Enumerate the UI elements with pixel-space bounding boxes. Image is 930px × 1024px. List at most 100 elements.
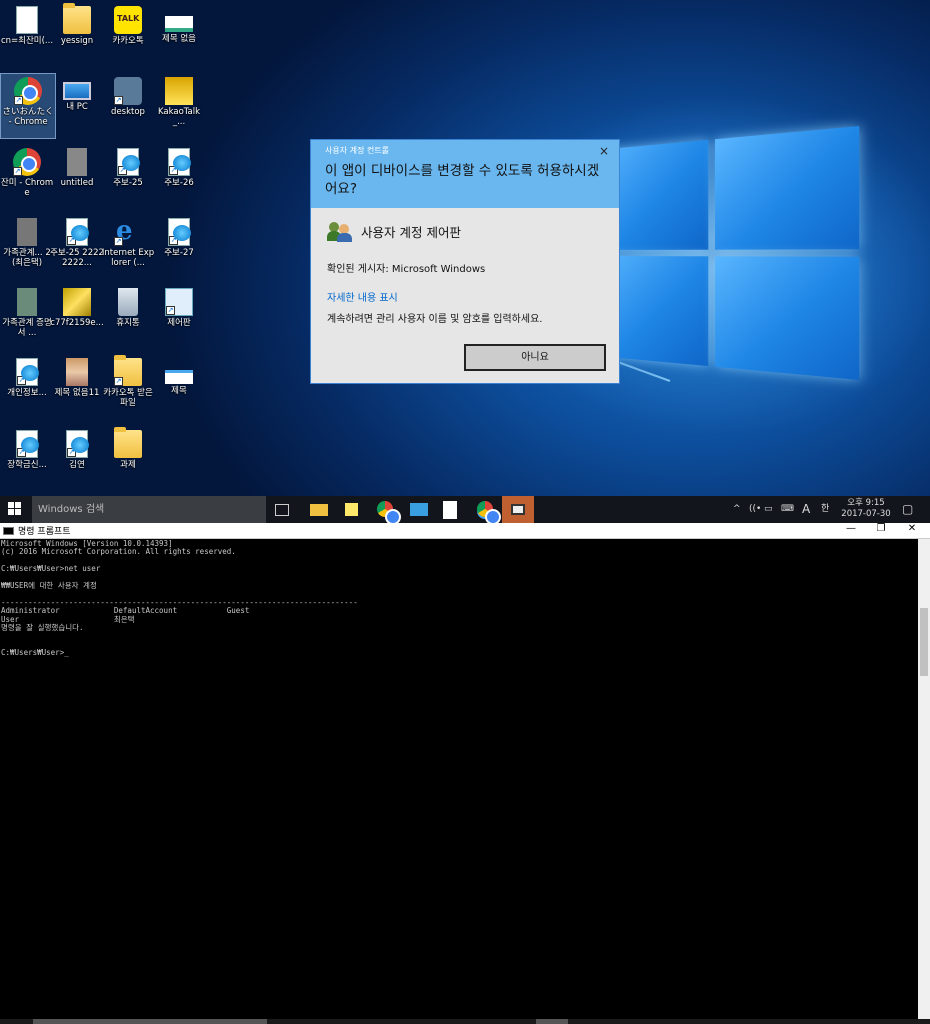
desktop-icon-untitled11[interactable]: 제목 없음11 — [50, 358, 104, 398]
cmd-console-output[interactable]: Microsoft Windows [Version 10.0.14393] (… — [0, 539, 918, 1019]
uac-question: 이 앱이 디바이스를 변경할 수 있도록 허용하시겠어요? — [325, 163, 600, 197]
vertical-scrollbar[interactable] — [918, 539, 930, 1019]
scrollbar-thumb[interactable] — [920, 608, 928, 676]
image-file-icon — [165, 370, 193, 384]
desktop-icon-family-relation-2[interactable]: 가족관계... 2(최은택) — [0, 218, 54, 268]
desktop-icon-jubo26[interactable]: ↗ 주보-26 — [152, 148, 206, 188]
desktop-icon-jubo25-2222[interactable]: ↗ 주보-25 22222222... — [50, 218, 104, 268]
clock-time: 오후 9:15 — [847, 498, 885, 508]
desktop-icon-title[interactable]: 제목 — [152, 358, 206, 396]
desktop-icon-chrome-janmi[interactable]: ↗ 잔미 - Chrome — [0, 148, 54, 198]
clock-date: 2017-07-30 — [841, 509, 891, 519]
restore-button[interactable]: ❐ — [871, 523, 891, 534]
cmd-icon — [3, 527, 14, 535]
document-icon: ↗ — [117, 148, 140, 176]
desktop-icon-jubo27[interactable]: ↗ 주보-27 — [152, 218, 206, 258]
taskbar-search-input[interactable]: Windows 검색 — [32, 496, 266, 523]
image-file-icon — [165, 16, 193, 32]
file-icon — [16, 6, 38, 34]
desktop-icon-this-pc[interactable]: 내 PC — [50, 77, 104, 112]
image-file-icon — [165, 77, 193, 105]
desktop-shortcut-icon: ↗ — [114, 77, 142, 105]
action-center-icon[interactable]: ▢ — [902, 496, 913, 523]
desktop-icon-internet-explorer[interactable]: e ↗ Internet Explorer (... — [101, 216, 155, 268]
document-icon: ↗ — [66, 430, 89, 458]
cmd-titlebar[interactable]: 명령 프롬프트 — ❐ ✕ — [0, 523, 930, 539]
uac-app-name: 사용자 계정 제어판 — [361, 224, 461, 240]
uac-publisher: 확인된 게시자: Microsoft Windows — [327, 264, 486, 275]
close-button[interactable]: ✕ — [902, 523, 922, 534]
ime-mode-icon[interactable]: A — [802, 496, 810, 523]
chrome-icon: ↗ — [13, 148, 41, 176]
users-icon — [327, 220, 353, 242]
image-file-icon — [63, 288, 91, 316]
document-icon: ↗ — [168, 218, 191, 246]
windows-logo-wallpaper — [598, 126, 860, 380]
bottom-strip — [0, 1019, 930, 1024]
file-explorer-icon[interactable] — [310, 504, 328, 516]
desktop-icon-kakaotalk[interactable]: TALK 카카오톡 — [101, 6, 155, 46]
uac-header-title: 사용자 계정 컨트롤 — [325, 146, 389, 155]
file-icon — [67, 148, 87, 176]
command-prompt-taskbar-button[interactable] — [502, 496, 534, 523]
file-icon — [17, 288, 37, 316]
chrome-icon: ↗ — [14, 77, 42, 105]
desktop-icon-privacy[interactable]: ↗ 개인정보... — [0, 358, 54, 398]
folder-icon — [114, 427, 142, 458]
desktop-icon-control-panel[interactable]: ↗ 제어판 — [152, 288, 206, 328]
desktop-icon-yessign[interactable]: yessign — [50, 3, 104, 46]
control-panel-icon: ↗ — [165, 288, 193, 316]
uac-header: 사용자 계정 컨트롤 이 앱이 디바이스를 변경할 수 있도록 허용하시겠어요?… — [311, 140, 619, 208]
keyboard-icon[interactable]: ⌨ — [781, 496, 794, 523]
desktop-icon-jubo25[interactable]: ↗ 주보-25 — [101, 148, 155, 188]
desktop-icon-kimyeon[interactable]: ↗ 김연 — [50, 430, 104, 470]
document-icon: ↗ — [168, 148, 191, 176]
document-icon[interactable] — [443, 501, 457, 519]
desktop-icon-family-cert[interactable]: 가족관계 증명서 ... — [0, 288, 54, 338]
desktop-icon-kakaotalk-file[interactable]: KakaoTalk_... — [152, 77, 206, 127]
desktop-icon-recycle-bin[interactable]: 휴지통 — [101, 288, 155, 328]
desktop-icon-desktop[interactable]: ↗ desktop — [101, 77, 155, 117]
file-icon — [17, 218, 37, 246]
document-icon: ↗ — [16, 358, 39, 386]
document-icon: ↗ — [16, 430, 39, 458]
uac-app: 사용자 계정 제어판 — [327, 220, 603, 242]
uac-instruction: 계속하려면 관리 사용자 이름 및 암호를 입력하세요. — [327, 314, 543, 325]
desktop-icon-assignment[interactable]: 과제 — [101, 427, 155, 470]
desktop-icon-chrome-saiontaku[interactable]: ↗ さいおんたく - Chrome — [0, 73, 56, 139]
chrome-icon[interactable] — [377, 501, 401, 525]
uac-body: 사용자 계정 제어판 확인된 게시자: Microsoft Windows 자세… — [311, 208, 619, 337]
mail-icon[interactable] — [410, 503, 428, 516]
chevron-up-icon[interactable]: ^ — [733, 496, 741, 523]
desktop-icon-kakao-received[interactable]: ↗ 카카오톡 받은 파일 — [101, 355, 155, 408]
desktop-background: cn=최잔미(... yessign TALK 카카오톡 제목 없음 ↗ さいおんた… — [0, 0, 930, 496]
task-view-icon[interactable] — [275, 504, 289, 516]
document-icon: ↗ — [66, 218, 89, 246]
clock[interactable]: 오후 9:15 2017-07-30 — [838, 498, 894, 520]
desktop-icon-untitled-file[interactable]: untitled — [50, 148, 104, 188]
kakaotalk-icon: TALK — [114, 6, 142, 34]
uac-details-link[interactable]: 자세한 내용 표시 — [327, 289, 603, 304]
taskbar: Windows 검색 ^ ((• ▭ ⌨ A 한 오후 9:15 2017-07… — [0, 496, 930, 525]
sticky-notes-icon[interactable] — [345, 503, 358, 516]
chrome-active-icon[interactable] — [477, 501, 501, 525]
desktop-icon-untitled[interactable]: 제목 없음 — [152, 6, 206, 44]
folder-icon — [63, 3, 91, 34]
computer-icon — [63, 82, 91, 100]
wifi-icon[interactable]: ((• — [749, 496, 761, 523]
uac-dialog: 사용자 계정 컨트롤 이 앱이 디바이스를 변경할 수 있도록 허용하시겠어요?… — [310, 139, 620, 384]
desktop-icon-cert[interactable]: cn=최잔미(... — [0, 6, 54, 46]
internet-explorer-icon: e ↗ — [114, 216, 133, 246]
folder-icon: ↗ — [114, 355, 142, 386]
minimize-button[interactable]: — — [841, 523, 861, 534]
cmd-title: 명령 프롬프트 — [18, 527, 71, 537]
no-button[interactable]: 아니요 — [464, 344, 606, 371]
close-icon[interactable]: × — [599, 144, 609, 158]
ime-hangul-icon[interactable]: 한 — [821, 496, 829, 523]
recycle-bin-icon — [118, 288, 138, 316]
windows-start-icon[interactable] — [8, 502, 22, 516]
desktop-icon-scholarship[interactable]: ↗ 장학금신... — [0, 430, 54, 470]
desktop-icon-c77f2159e[interactable]: c77f2159e... — [50, 288, 104, 328]
battery-icon[interactable]: ▭ — [764, 496, 773, 523]
image-file-icon — [66, 358, 88, 386]
